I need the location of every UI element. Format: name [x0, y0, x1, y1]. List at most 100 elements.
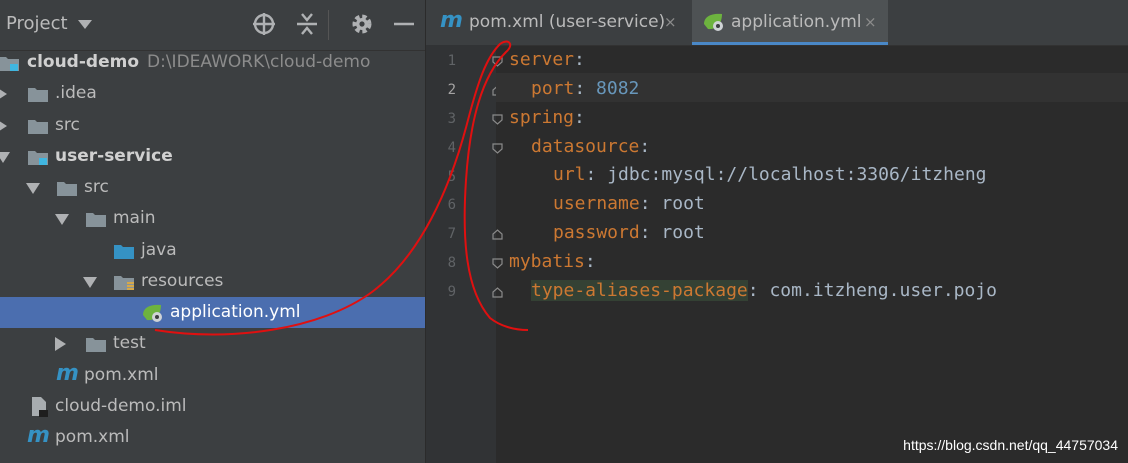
- chevron-down-icon[interactable]: [0, 152, 10, 163]
- iml-file-icon: [32, 397, 48, 417]
- tree-item-label: cloud-demo: [27, 52, 140, 72]
- line-number-gutter: 1 2 3 4 5 6 7 8 9: [426, 45, 503, 463]
- code-line[interactable]: url: jdbc:mysql://localhost:3306/itzheng: [553, 160, 987, 189]
- folder-icon: [86, 338, 106, 352]
- yaml-key: mybatis: [509, 251, 585, 272]
- code-line[interactable]: password: root: [553, 218, 705, 247]
- yaml-value: root: [661, 193, 705, 214]
- line-number: 6: [447, 197, 456, 213]
- close-icon[interactable]: ×: [664, 13, 677, 31]
- tree-item-pom-xml[interactable]: m pom.xml: [0, 422, 425, 453]
- maven-icon: m: [27, 423, 50, 448]
- tree-item-src[interactable]: src: [0, 172, 425, 203]
- yaml-separator: :: [574, 78, 597, 99]
- module-folder-icon: [28, 151, 48, 165]
- maven-icon: m: [56, 361, 79, 386]
- yaml-separator: :: [639, 222, 662, 243]
- tree-item-label: test: [113, 333, 146, 353]
- fold-marker-icon[interactable]: [492, 229, 503, 240]
- code-line[interactable]: spring:: [509, 103, 585, 132]
- project-header: Project: [0, 0, 425, 51]
- folder-icon: [57, 182, 77, 196]
- gear-icon[interactable]: [349, 11, 375, 37]
- yaml-value: com.itzheng.user.pojo: [769, 280, 998, 301]
- hide-panel-icon[interactable]: [391, 11, 417, 37]
- chevron-right-icon[interactable]: [0, 87, 7, 101]
- fold-marker-icon[interactable]: [492, 114, 503, 125]
- tree-item-label: resources: [141, 271, 224, 291]
- yaml-key: spring: [509, 107, 575, 128]
- tree-item-user-service[interactable]: user-service: [0, 141, 425, 172]
- yaml-separator: :: [639, 136, 651, 157]
- locate-target-icon[interactable]: [251, 11, 277, 37]
- tree-item-pom-xml[interactable]: m pom.xml: [0, 360, 425, 391]
- chevron-down-icon[interactable]: [78, 20, 92, 29]
- line-number: 3: [447, 111, 456, 127]
- fold-marker-icon[interactable]: [492, 143, 503, 154]
- tree-item-label: src: [55, 115, 80, 135]
- watermark: https://blog.csdn.net/qq_44757034: [903, 437, 1118, 453]
- project-path: D:\IDEAWORK\cloud-demo: [147, 52, 371, 72]
- code-line[interactable]: mybatis:: [509, 247, 596, 276]
- tree-item-src[interactable]: src: [0, 110, 425, 141]
- module-folder-icon: [0, 57, 19, 71]
- tree-item-label: application.yml: [170, 302, 301, 322]
- chevron-right-icon[interactable]: [55, 337, 66, 351]
- yaml-value: root: [661, 222, 705, 243]
- folder-icon: [28, 88, 48, 102]
- source-folder-icon: [114, 245, 134, 259]
- fold-marker-icon[interactable]: [492, 287, 503, 298]
- chevron-down-icon[interactable]: [26, 183, 40, 194]
- spring-yaml-file-icon: [704, 13, 723, 31]
- code-line[interactable]: server:: [509, 45, 585, 74]
- tree-item-main[interactable]: main: [0, 203, 425, 234]
- close-icon[interactable]: ×: [864, 13, 877, 31]
- yaml-key: username: [553, 193, 640, 214]
- tree-item-label: cloud-demo.iml: [55, 396, 187, 416]
- tree-item-test[interactable]: test: [0, 328, 425, 359]
- tree-item-application-yml[interactable]: application.yml: [0, 297, 425, 328]
- tab-label: application.yml: [731, 12, 862, 32]
- spring-yaml-file-icon: [143, 304, 162, 322]
- tree-item-label: main: [113, 208, 156, 228]
- line-number: 5: [447, 169, 456, 185]
- resources-folder-icon: [114, 276, 134, 290]
- tree-item-idea[interactable]: .idea: [0, 78, 425, 109]
- chevron-down-icon[interactable]: [55, 214, 69, 225]
- header-divider: [328, 10, 329, 40]
- yaml-separator: :: [585, 164, 608, 185]
- fold-marker-icon[interactable]: [492, 56, 503, 67]
- code-line[interactable]: datasource:: [531, 132, 650, 161]
- line-number: 9: [447, 284, 456, 300]
- yaml-separator: :: [574, 49, 585, 70]
- collapse-all-icon[interactable]: [294, 11, 320, 37]
- yaml-key: url: [553, 164, 586, 185]
- line-number: 2: [447, 82, 456, 98]
- tree-item-java[interactable]: java: [0, 235, 425, 266]
- editor-area: m pom.xml (user-service) × application.y…: [426, 0, 1128, 463]
- tree-item-cloud-demo-iml[interactable]: cloud-demo.iml: [0, 391, 425, 422]
- tree-item-label: pom.xml: [84, 365, 159, 385]
- tree-item-cloud-demo[interactable]: cloud-demo D:\IDEAWORK\cloud-demo: [0, 47, 425, 78]
- line-number: 8: [447, 255, 456, 271]
- chevron-right-icon[interactable]: [0, 119, 7, 133]
- yaml-key: datasource: [531, 136, 640, 157]
- folder-icon: [86, 213, 106, 227]
- chevron-down-icon[interactable]: [83, 277, 97, 288]
- code-line[interactable]: username: root: [553, 189, 705, 218]
- editor-tab-bar: m pom.xml (user-service) × application.y…: [426, 0, 1128, 46]
- yaml-separator: :: [747, 280, 770, 301]
- code-line[interactable]: port: 8082: [531, 74, 639, 103]
- tab-application-yml[interactable]: application.yml ×: [692, 0, 888, 45]
- fold-marker-icon[interactable]: [492, 258, 503, 269]
- project-view-selector[interactable]: Project: [6, 13, 68, 34]
- folder-icon: [28, 120, 48, 134]
- yaml-value: 8082: [596, 78, 640, 99]
- tree-item-label: java: [141, 240, 177, 260]
- maven-icon: m: [440, 8, 463, 33]
- tab-pom-xml[interactable]: m pom.xml (user-service) ×: [426, 0, 689, 45]
- yaml-separator: :: [574, 107, 585, 128]
- code-line[interactable]: type-aliases-package: com.itzheng.user.p…: [531, 276, 997, 305]
- tree-item-resources[interactable]: resources: [0, 266, 425, 297]
- tree-item-label: src: [84, 177, 109, 197]
